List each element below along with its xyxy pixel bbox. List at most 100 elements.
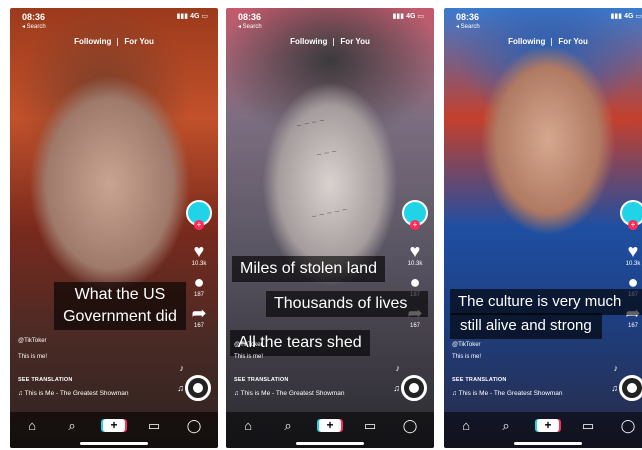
username[interactable]: @TikToker bbox=[18, 338, 47, 344]
music-disc-icon[interactable] bbox=[619, 375, 642, 401]
status-bar: 08:36 ▮▮▮ 4G ▭ bbox=[238, 12, 424, 24]
tab-for-you[interactable]: For You bbox=[340, 37, 369, 46]
profile-icon[interactable]: ◯ bbox=[400, 418, 420, 434]
feed-tabs: Following For You bbox=[444, 37, 642, 46]
creator-avatar[interactable]: + bbox=[402, 200, 428, 230]
tiktok-screen-1: 08:36 ▮▮▮ 4G ▭ ◂ Search Following For You… bbox=[10, 8, 218, 448]
like-count: 10.3k bbox=[191, 261, 207, 267]
caption-line: The culture is very much bbox=[458, 293, 622, 310]
bottom-nav: ⌂ ⌕ + ▭ ◯ bbox=[444, 412, 642, 448]
video-description: This is me! bbox=[18, 354, 48, 360]
status-bar: 08:36 ▮▮▮ 4G ▭ bbox=[22, 12, 208, 24]
home-indicator bbox=[80, 442, 148, 445]
create-button[interactable]: + bbox=[537, 419, 559, 432]
tab-for-you[interactable]: For You bbox=[124, 37, 153, 46]
heart-icon[interactable]: ♥ bbox=[620, 242, 642, 260]
tab-separator bbox=[333, 37, 335, 46]
status-signal: ▮▮▮ 4G ▭ bbox=[176, 13, 208, 20]
creator-avatar[interactable]: + bbox=[620, 200, 642, 230]
music-disc-icon[interactable] bbox=[185, 375, 211, 401]
music-note-icon: ♪ bbox=[613, 363, 619, 373]
comment-icon[interactable]: ● bbox=[186, 273, 212, 291]
tiktok-screen-3: 08:36 ▮▮▮ 4G ▭ ◂ Search Following For You… bbox=[444, 8, 642, 448]
music-note-icon: ♫ bbox=[611, 383, 618, 393]
inbox-icon[interactable]: ▭ bbox=[578, 418, 598, 434]
music-note-icon: ♫ bbox=[393, 383, 400, 393]
feed-tabs: Following For You bbox=[226, 37, 434, 46]
tab-separator bbox=[551, 37, 553, 46]
username[interactable]: @TikToker bbox=[452, 342, 481, 348]
face-writing-decoration: ~ ~ ~ bbox=[315, 145, 338, 161]
music-ticker[interactable]: ♫ This is Me - The Greatest Showman bbox=[18, 390, 128, 397]
like-count: 10.3k bbox=[625, 261, 641, 267]
share-count: 167 bbox=[627, 323, 638, 329]
caption-line: Thousands of lives bbox=[274, 295, 408, 312]
status-time: 08:36 bbox=[456, 12, 480, 22]
caption-line-box: Thousands of lives bbox=[266, 291, 428, 317]
face-writing-decoration: ~ ~ ~ ~ ~ bbox=[310, 204, 348, 222]
comment-count: 187 bbox=[193, 292, 204, 298]
like-count: 10.3k bbox=[407, 261, 423, 267]
home-indicator bbox=[296, 442, 364, 445]
feed-tabs: Following For You bbox=[10, 37, 218, 46]
caption-line: What the US bbox=[74, 286, 166, 303]
tab-for-you[interactable]: For You bbox=[558, 37, 587, 46]
share-count: 167 bbox=[193, 323, 204, 329]
username[interactable]: @TikToker bbox=[234, 342, 263, 348]
music-disc-icon[interactable] bbox=[401, 375, 427, 401]
tiktok-screen-2: ~ ~ ~ ~ ~ ~ ~ ~ ~ ~ ~ ~ 08:36 ▮▮▮ 4G ▭ ◂… bbox=[226, 8, 434, 448]
caption-line-box: The culture is very much bbox=[450, 289, 642, 315]
bottom-nav: ⌂ ⌕ + ▭ ◯ bbox=[10, 412, 218, 448]
inbox-icon[interactable]: ▭ bbox=[144, 418, 164, 434]
bottom-nav: ⌂ ⌕ + ▭ ◯ bbox=[226, 412, 434, 448]
music-note-icon: ♪ bbox=[179, 363, 185, 373]
see-translation-link[interactable]: SEE TRANSLATION bbox=[452, 377, 507, 383]
create-button[interactable]: + bbox=[103, 419, 125, 432]
profile-icon[interactable]: ◯ bbox=[184, 418, 204, 434]
back-to-search[interactable]: ◂ Search bbox=[456, 23, 480, 30]
follow-plus-icon[interactable]: + bbox=[628, 220, 638, 230]
search-icon[interactable]: ⌕ bbox=[278, 418, 298, 434]
search-icon[interactable]: ⌕ bbox=[62, 418, 82, 434]
caption-line-box: Miles of stolen land bbox=[232, 256, 385, 282]
home-icon[interactable]: ⌂ bbox=[238, 418, 258, 433]
heart-icon[interactable]: ♥ bbox=[186, 242, 212, 260]
caption-line-box: still alive and strong bbox=[450, 313, 602, 339]
action-rail: + ♥ 10.3k ● 187 ➦ 167 bbox=[186, 200, 212, 329]
video-description: This is me! bbox=[234, 354, 264, 360]
home-indicator bbox=[514, 442, 582, 445]
music-ticker[interactable]: ♫ This is Me - The Greatest Showman bbox=[452, 390, 562, 397]
caption-box: What the US Government did bbox=[54, 282, 186, 330]
back-to-search[interactable]: ◂ Search bbox=[238, 23, 262, 30]
home-icon[interactable]: ⌂ bbox=[456, 418, 476, 433]
profile-icon[interactable]: ◯ bbox=[618, 418, 638, 434]
caption-line: still alive and strong bbox=[460, 317, 592, 334]
music-note-icon: ♪ bbox=[395, 363, 401, 373]
follow-plus-icon[interactable]: + bbox=[410, 220, 420, 230]
heart-icon[interactable]: ♥ bbox=[402, 242, 428, 260]
comment-icon[interactable]: ● bbox=[402, 273, 428, 291]
video-description: This is me! bbox=[452, 354, 482, 360]
status-bar: 08:36 ▮▮▮ 4G ▭ bbox=[456, 12, 642, 24]
tab-following[interactable]: Following bbox=[508, 37, 545, 46]
inbox-icon[interactable]: ▭ bbox=[360, 418, 380, 434]
status-signal: ▮▮▮ 4G ▭ bbox=[610, 13, 642, 20]
home-icon[interactable]: ⌂ bbox=[22, 418, 42, 433]
caption-line: Government did bbox=[63, 308, 177, 325]
search-icon[interactable]: ⌕ bbox=[496, 418, 516, 434]
face-writing-decoration: ~ ~ ~ ~ bbox=[295, 115, 326, 131]
tab-following[interactable]: Following bbox=[290, 37, 327, 46]
see-translation-link[interactable]: SEE TRANSLATION bbox=[18, 377, 73, 383]
music-note-icon: ♫ bbox=[177, 383, 184, 393]
tab-following[interactable]: Following bbox=[74, 37, 111, 46]
creator-avatar[interactable]: + bbox=[186, 200, 212, 230]
status-signal: ▮▮▮ 4G ▭ bbox=[392, 13, 424, 20]
status-time: 08:36 bbox=[22, 12, 46, 22]
status-time: 08:36 bbox=[238, 12, 262, 22]
back-to-search[interactable]: ◂ Search bbox=[22, 23, 46, 30]
share-icon[interactable]: ➦ bbox=[186, 304, 212, 322]
see-translation-link[interactable]: SEE TRANSLATION bbox=[234, 377, 289, 383]
music-ticker[interactable]: ♫ This is Me - The Greatest Showman bbox=[234, 390, 344, 397]
create-button[interactable]: + bbox=[319, 419, 341, 432]
follow-plus-icon[interactable]: + bbox=[194, 220, 204, 230]
